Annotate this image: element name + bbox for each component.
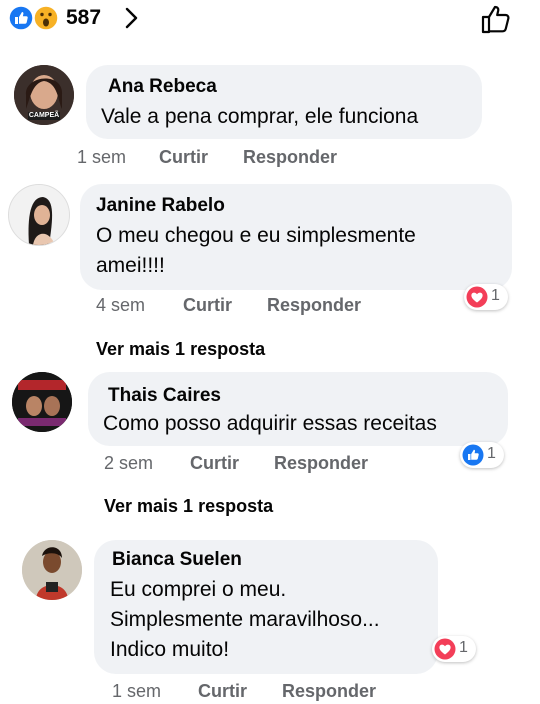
reaction-badge[interactable]: 1 xyxy=(460,442,504,468)
reaction-count[interactable]: 587 xyxy=(66,5,101,31)
comment-author[interactable]: Ana Rebeca xyxy=(108,76,217,98)
reaction-count: 1 xyxy=(459,639,468,656)
wow-icon xyxy=(33,5,59,31)
comment-time: 2 sem xyxy=(104,453,154,473)
like-button[interactable]: Curtir xyxy=(183,295,232,316)
reaction-count: 1 xyxy=(487,445,496,462)
reactions-header: 587 xyxy=(0,0,540,40)
profile-photo xyxy=(9,185,69,245)
comment-time: 1 sem xyxy=(112,681,162,701)
avatar-badge: CAMPEÃ xyxy=(28,112,60,119)
comment-author[interactable]: Bianca Suelen xyxy=(112,549,242,571)
comment-time: 1 sem xyxy=(77,147,127,167)
reaction-count: 1 xyxy=(491,287,500,304)
comment-text: Como posso adquirir essas receitas xyxy=(103,412,437,435)
avatar[interactable] xyxy=(22,540,82,600)
like-icon xyxy=(8,5,34,31)
profile-photo xyxy=(22,540,82,600)
view-more-replies[interactable]: Ver mais 1 resposta xyxy=(96,339,265,360)
reaction-badge[interactable]: 1 xyxy=(432,636,476,662)
profile-photo xyxy=(12,372,72,432)
comment-author[interactable]: Janine Rabelo xyxy=(96,195,225,217)
reply-button[interactable]: Responder xyxy=(282,681,376,702)
reply-button[interactable]: Responder xyxy=(274,453,368,474)
avatar[interactable] xyxy=(8,184,70,246)
love-icon xyxy=(466,286,488,308)
chevron-right-icon[interactable] xyxy=(122,6,140,30)
thumbs-up-outline-icon[interactable] xyxy=(480,3,514,35)
reaction-badge[interactable]: 1 xyxy=(464,284,508,310)
like-button[interactable]: Curtir xyxy=(159,147,208,168)
like-button[interactable]: Curtir xyxy=(190,453,239,474)
reaction-summary-icons[interactable] xyxy=(8,5,64,31)
view-more-replies[interactable]: Ver mais 1 resposta xyxy=(104,496,273,517)
reply-button[interactable]: Responder xyxy=(267,295,361,316)
comment-text: Eu comprei o meu. Simplesmente maravilho… xyxy=(110,578,380,661)
love-icon xyxy=(434,638,456,660)
avatar[interactable]: CAMPEÃ xyxy=(14,65,74,125)
reply-button[interactable]: Responder xyxy=(243,147,337,168)
avatar[interactable] xyxy=(12,372,72,432)
comment-author[interactable]: Thais Caires xyxy=(108,385,221,407)
like-button[interactable]: Curtir xyxy=(198,681,247,702)
comment-text: O meu chegou e eu simplesmente amei!!!! xyxy=(96,224,416,277)
like-icon xyxy=(462,444,484,466)
comment-time: 4 sem xyxy=(96,295,146,315)
comment-text: Vale a pena comprar, ele funciona xyxy=(101,105,419,128)
